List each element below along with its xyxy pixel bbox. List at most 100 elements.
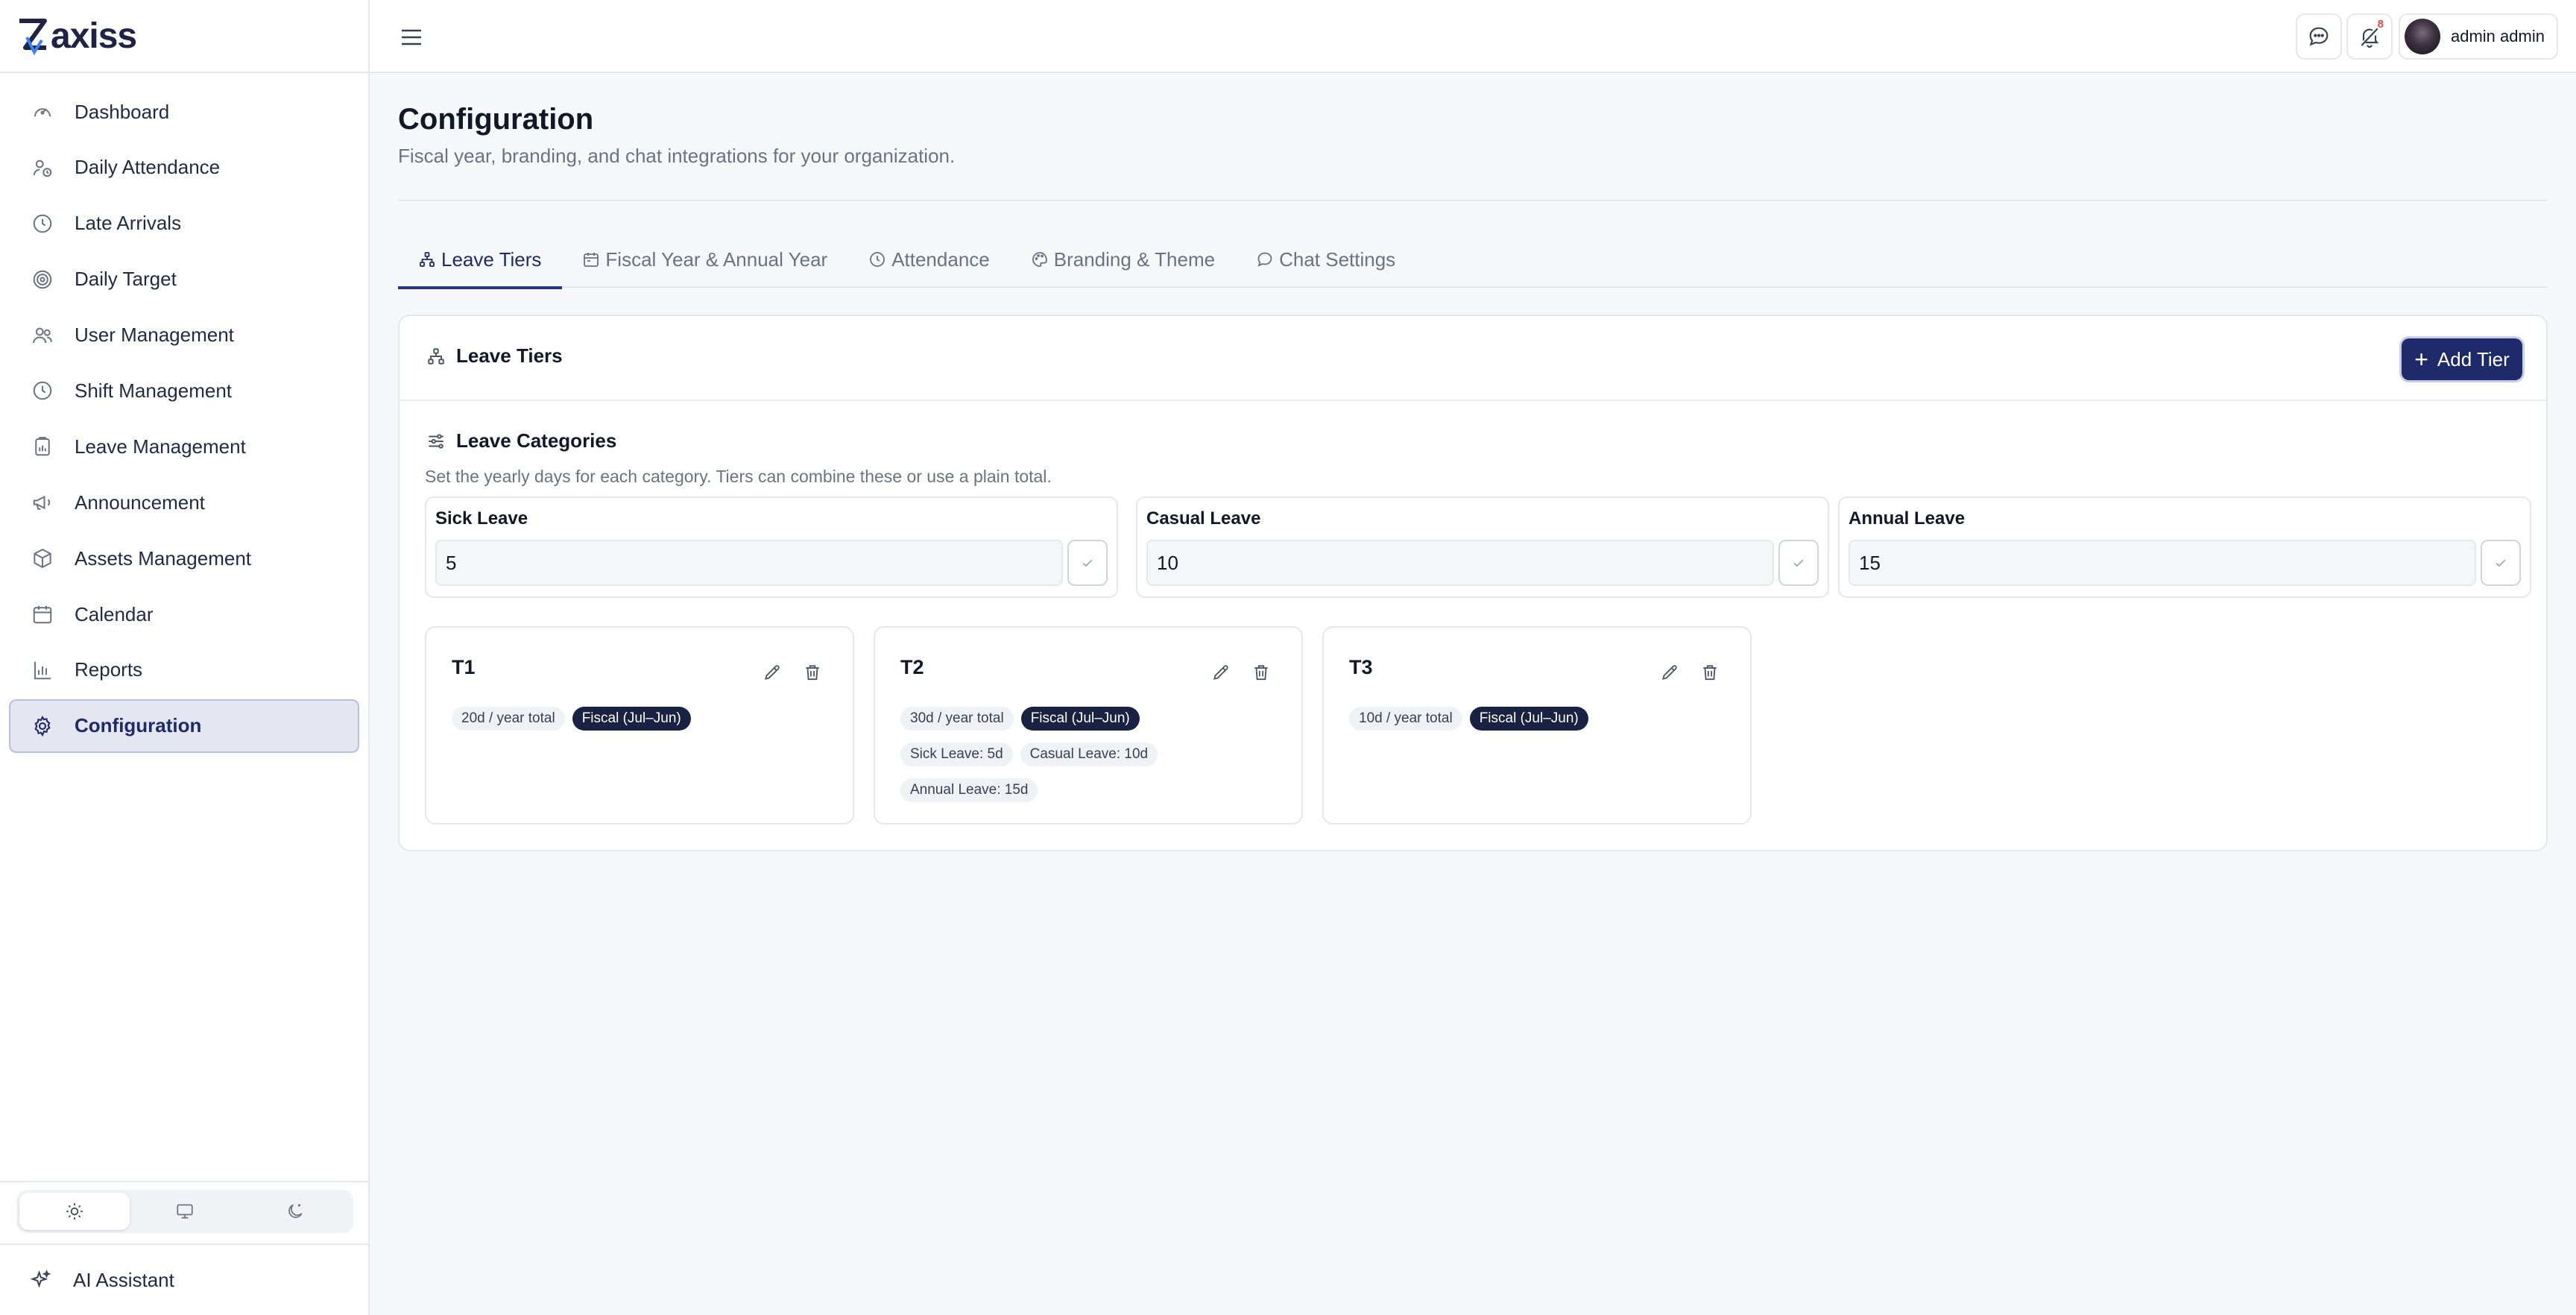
sidebar-item-reports[interactable]: Reports — [9, 643, 359, 697]
tier-card-t2: T2 30d / year total Fiscal (Jul–Jun) Sic… — [874, 626, 1303, 824]
add-tier-button[interactable]: + Add Tier — [2402, 338, 2522, 380]
zaxiss-logo-icon — [19, 19, 47, 56]
config-tabs: Leave Tiers Fiscal Year & Annual Year At… — [398, 231, 2548, 289]
tab-chat-settings[interactable]: Chat Settings — [1236, 231, 1416, 288]
sun-icon — [66, 1203, 83, 1220]
tier-total-chip: 30d / year total — [900, 707, 1014, 731]
sidebar: axiss Dashboard Daily Attendance Late Ar… — [0, 0, 370, 1315]
tier-actions — [1209, 660, 1273, 684]
sidebar-item-daily-attendance[interactable]: Daily Attendance — [9, 141, 359, 195]
pencil-icon — [1213, 665, 1228, 680]
save-casual-leave-button[interactable] — [1778, 540, 1819, 586]
sidebar-item-configuration[interactable]: Configuration — [9, 699, 359, 753]
trash-icon — [806, 665, 819, 681]
tab-leave-tiers[interactable]: Leave Tiers — [398, 231, 563, 289]
user-clock-icon — [30, 155, 55, 180]
save-annual-leave-button[interactable] — [2481, 540, 2521, 586]
sidebar-item-label: Announcement — [75, 491, 205, 514]
sidebar-item-daily-target[interactable]: Daily Target — [9, 253, 359, 306]
tier-name: T2 — [900, 656, 924, 678]
menu-toggle-button[interactable] — [397, 22, 426, 52]
leave-categories-description: Set the yearly days for each category. T… — [425, 467, 1052, 486]
sidebar-item-dashboard[interactable]: Dashboard — [9, 85, 359, 139]
category-label: Sick Leave — [435, 508, 528, 529]
theme-system-button[interactable] — [130, 1193, 240, 1230]
notifications-button[interactable]: 8 — [2346, 13, 2393, 60]
tier-name: T3 — [1349, 656, 1373, 678]
tier-period-chip: Fiscal (Jul–Jun) — [572, 707, 691, 731]
sidebar-item-label: Dashboard — [75, 100, 170, 123]
save-sick-leave-button[interactable] — [1067, 540, 1108, 586]
sick-leave-days-input[interactable]: 5 — [435, 540, 1063, 586]
sidebar-item-leave-management[interactable]: Leave Management — [9, 420, 359, 473]
report-chart-icon — [30, 658, 55, 683]
gauge-icon — [30, 99, 55, 124]
sparkles-icon — [28, 1267, 54, 1293]
leave-categories-title-text: Leave Categories — [456, 429, 617, 452]
theme-dark-button[interactable] — [240, 1193, 350, 1230]
avatar — [2405, 19, 2440, 54]
page-subtitle: Fiscal year, branding, and chat integrat… — [398, 145, 956, 167]
brand-logo[interactable]: axiss — [0, 0, 368, 73]
category-label: Casual Leave — [1146, 508, 1261, 529]
hierarchy-icon — [425, 345, 447, 368]
leave-tiers-card: Leave Tiers + Add Tier Leave Categories … — [398, 315, 2548, 851]
edit-tier-button[interactable] — [760, 660, 784, 684]
edit-tier-button[interactable] — [1658, 660, 1682, 684]
tier-chips: 30d / year total Fiscal (Jul–Jun) Sick L… — [900, 707, 1288, 802]
clock-icon — [30, 378, 55, 403]
tab-attendance[interactable]: Attendance — [848, 231, 1011, 288]
check-icon — [1082, 559, 1093, 567]
plus-icon: + — [2414, 346, 2428, 373]
annual-leave-days-input[interactable]: 15 — [1849, 540, 2476, 586]
tab-label: Branding & Theme — [1053, 247, 1216, 271]
sidebar-item-label: User Management — [75, 324, 234, 347]
sidebar-item-announcement[interactable]: Announcement — [9, 476, 359, 529]
tier-breakdown-chip: Annual Leave: 15d — [900, 778, 1038, 802]
delete-tier-button[interactable] — [1698, 660, 1722, 684]
moon-icon — [288, 1204, 303, 1218]
tier-total-chip: 20d / year total — [452, 707, 565, 731]
tier-card-t3: T3 10d / year total Fiscal (Jul–Jun) — [1322, 626, 1752, 824]
sidebar-item-user-management[interactable]: User Management — [9, 309, 359, 362]
sidebar-item-calendar[interactable]: Calendar — [9, 587, 359, 641]
casual-leave-days-input[interactable]: 10 — [1146, 540, 1774, 586]
clock-icon — [30, 211, 55, 236]
sliders-icon — [425, 430, 447, 452]
tier-breakdown-chip: Sick Leave: 5d — [900, 742, 1013, 766]
sidebar-item-shift-management[interactable]: Shift Management — [9, 364, 359, 417]
edit-tier-button[interactable] — [1209, 660, 1233, 684]
notification-count-badge: 8 — [2377, 18, 2384, 31]
calendar-icon — [30, 602, 55, 627]
sidebar-item-assets-management[interactable]: Assets Management — [9, 532, 359, 585]
tier-breakdown-chip: Casual Leave: 10d — [1020, 742, 1158, 766]
chat-button[interactable] — [2296, 13, 2342, 60]
tab-fiscal-year[interactable]: Fiscal Year & Annual Year — [562, 231, 848, 288]
theme-light-button[interactable] — [19, 1193, 130, 1230]
palette-icon — [1030, 250, 1049, 269]
page-title: Configuration — [398, 103, 594, 136]
clipboard-chart-icon — [30, 434, 55, 459]
sidebar-item-label: Late Arrivals — [75, 212, 182, 235]
category-annual-leave: Annual Leave 15 — [1838, 496, 2531, 598]
user-menu-button[interactable]: admin admin — [2399, 13, 2558, 60]
header-divider — [398, 200, 2548, 201]
tier-period-chip: Fiscal (Jul–Jun) — [1469, 707, 1588, 731]
sidebar-divider — [0, 1181, 368, 1182]
sidebar-item-late-arrivals[interactable]: Late Arrivals — [9, 197, 359, 250]
card-title-text: Leave Tiers — [456, 344, 563, 367]
ai-assistant-button[interactable]: AI Assistant — [28, 1261, 174, 1299]
gear-icon — [30, 713, 55, 739]
category-label: Annual Leave — [1849, 508, 1966, 529]
top-bar: 8 admin admin — [370, 0, 2576, 73]
category-sick-leave: Sick Leave 5 — [425, 496, 1118, 598]
delete-tier-button[interactable] — [1249, 660, 1273, 684]
sidebar-item-label: Leave Management — [75, 435, 246, 458]
sidebar-item-label: Daily Target — [75, 268, 177, 291]
delete-tier-button[interactable] — [801, 660, 824, 684]
tier-actions — [1658, 660, 1722, 684]
tab-branding-theme[interactable]: Branding & Theme — [1011, 231, 1236, 288]
hierarchy-icon — [417, 250, 437, 269]
tier-actions — [760, 660, 824, 684]
chat-bubble-icon — [1255, 250, 1275, 269]
